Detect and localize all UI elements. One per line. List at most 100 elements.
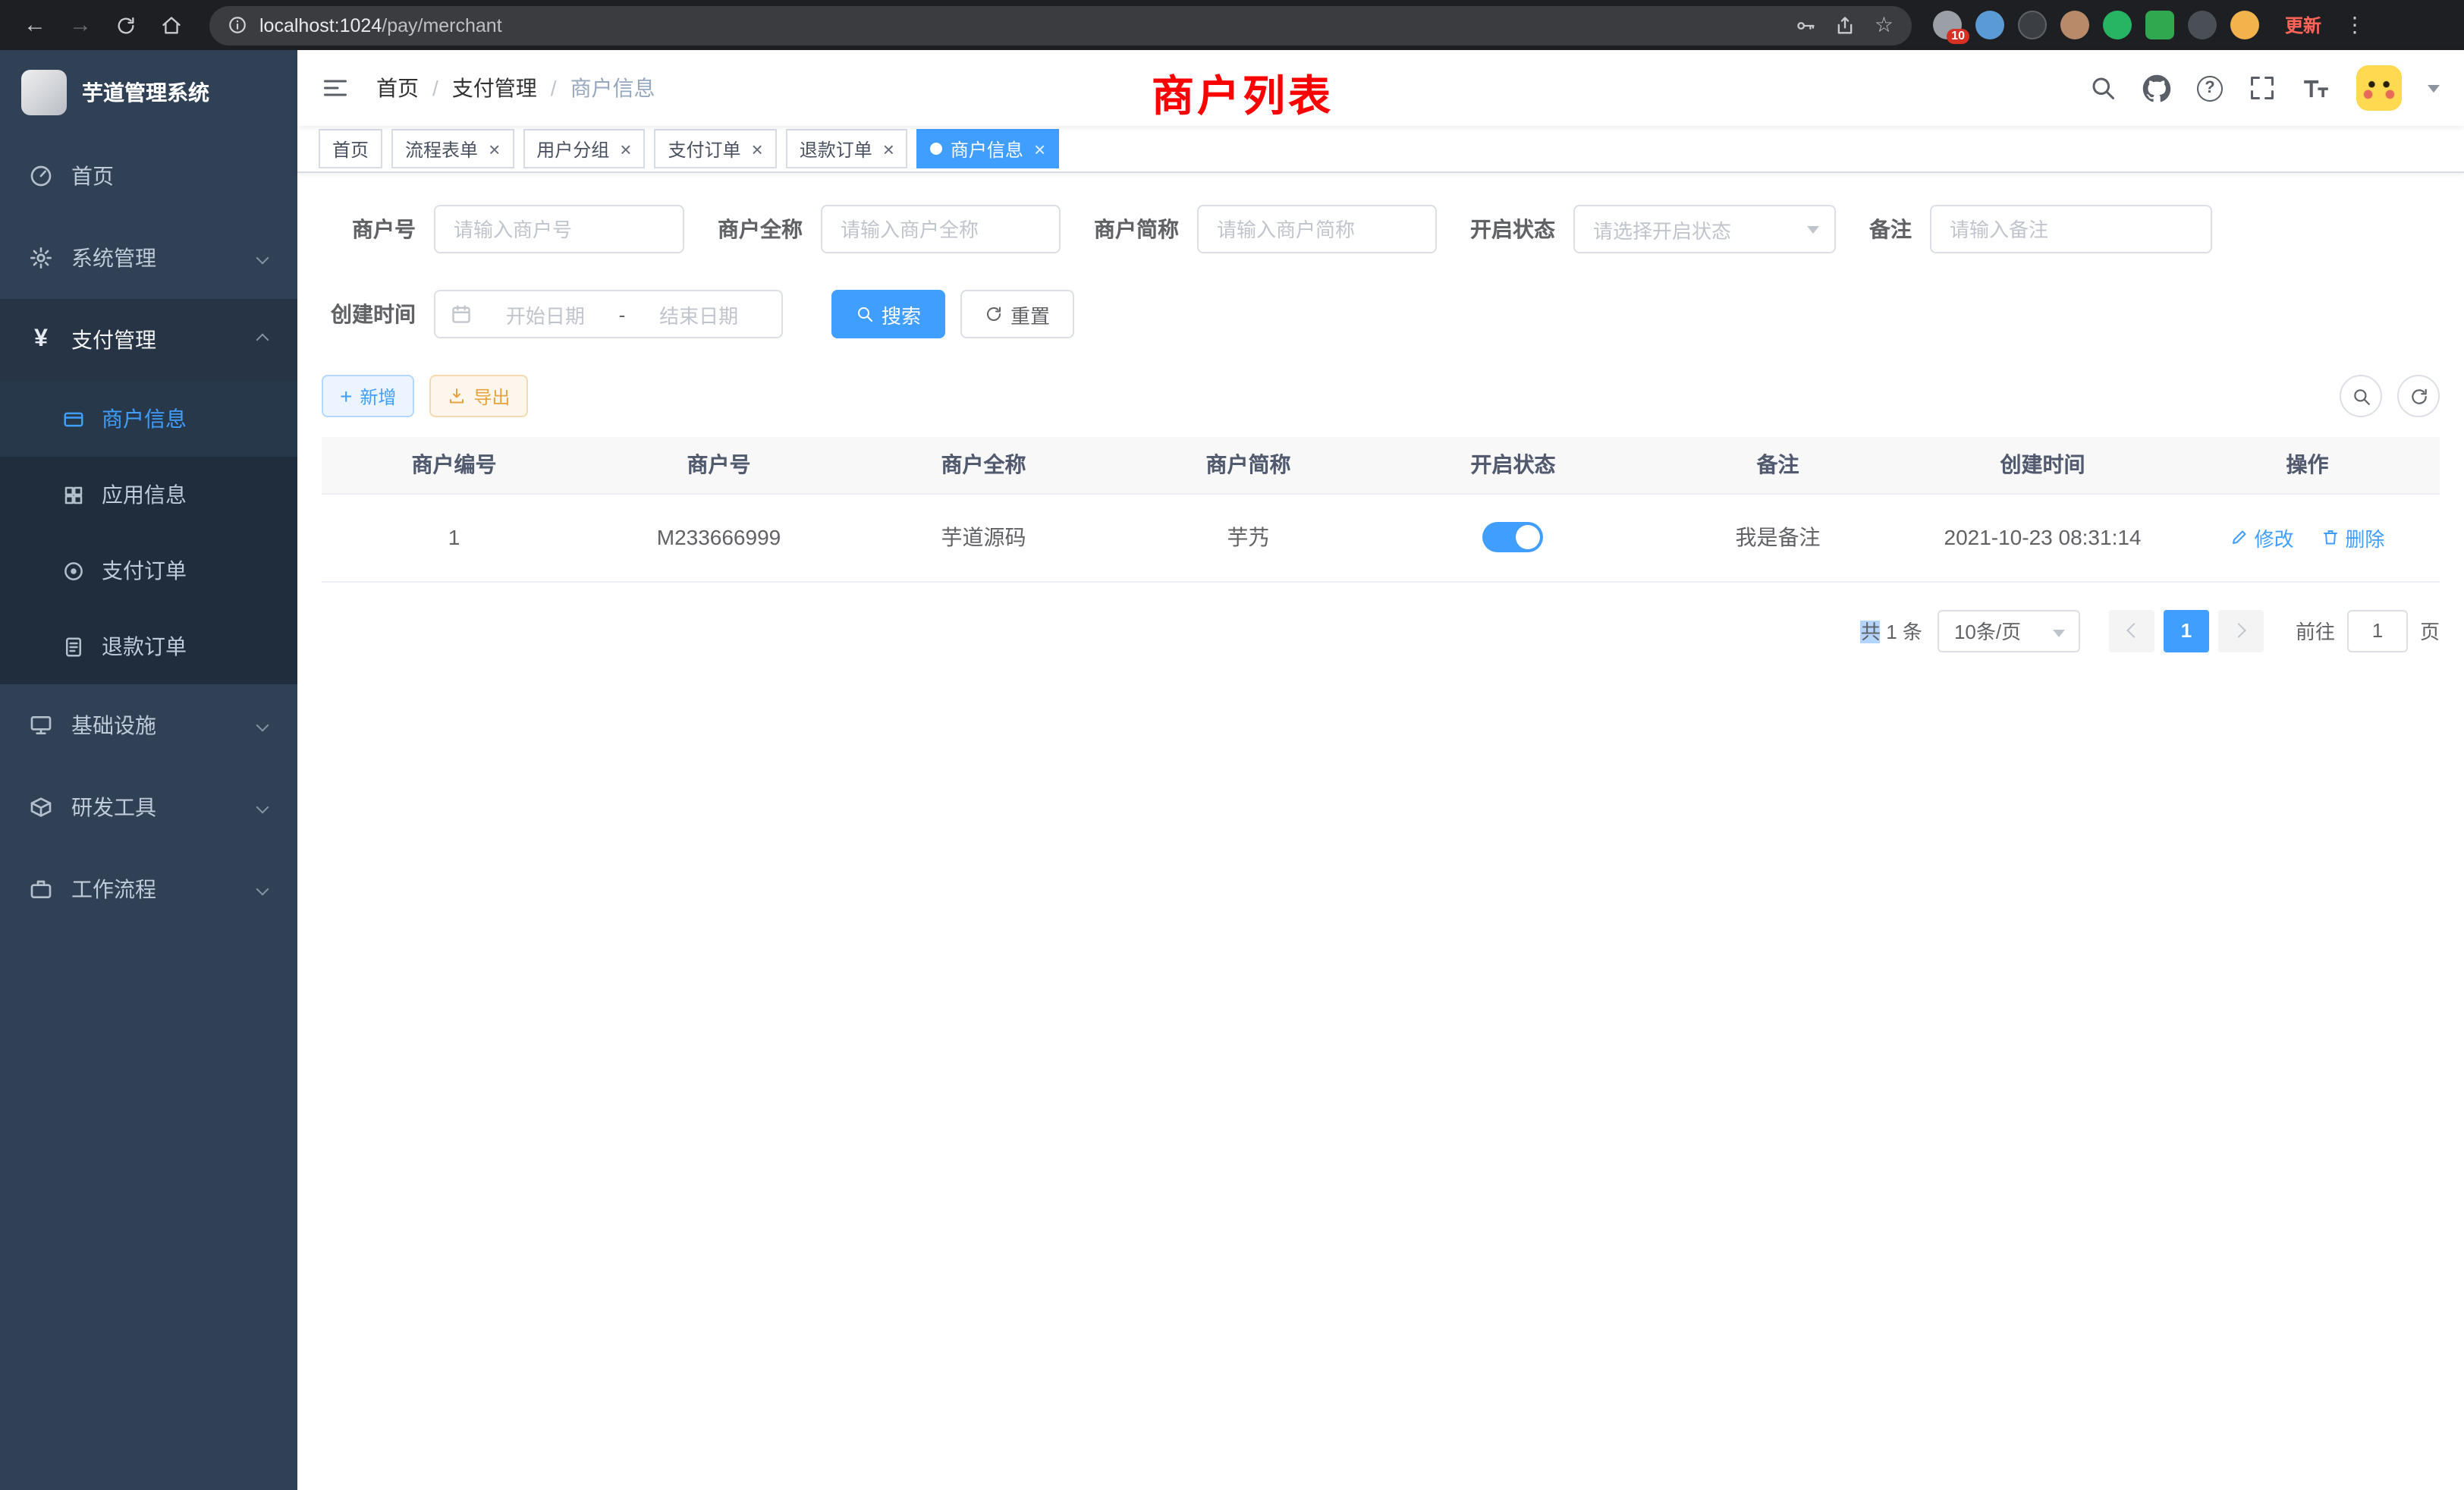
tab-close-icon[interactable]: × [752,139,763,159]
tab-close-icon[interactable]: × [1034,139,1045,159]
share-icon[interactable] [1835,14,1856,36]
breadcrumb-home[interactable]: 首页 [376,73,419,103]
gear-icon [27,246,55,270]
help-icon[interactable]: ? [2197,75,2223,101]
cell-merchant-no: M233666999 [586,493,851,581]
create-time-range-picker[interactable]: 开始日期 - 结束日期 [434,290,783,338]
sidebar-item-infrastructure[interactable]: 基础设施 [0,684,297,766]
sidebar-item-label: 系统管理 [71,243,156,273]
browser-back-icon[interactable]: ← [15,5,55,45]
short-name-input[interactable] [1197,205,1437,253]
extension-badge: 10 [1947,29,1969,44]
tab-close-icon[interactable]: × [883,139,894,159]
sidebar-item-merchant-info[interactable]: 商户信息 [0,381,297,457]
profile-avatar-icon[interactable] [2060,11,2089,39]
tab-close-icon[interactable]: × [620,139,631,159]
github-icon[interactable] [2142,74,2171,102]
tab-pay-order[interactable]: 支付订单 × [654,129,776,168]
tab-home[interactable]: 首页 [319,129,382,168]
extension-green-circle-icon[interactable] [2103,11,2132,39]
site-info-icon[interactable] [228,15,247,35]
hamburger-icon[interactable] [322,74,349,102]
fullscreen-icon[interactable] [2249,74,2276,102]
bookmark-star-icon[interactable]: ☆ [1875,12,1894,38]
next-page-button[interactable] [2218,609,2264,652]
top-navbar: 首页 / 支付管理 / 商户信息 商户列表 ? [297,50,2464,126]
extension-green-square-icon[interactable] [2145,11,2174,39]
user-avatar[interactable] [2356,65,2402,111]
col-merchant-id: 商户编号 [322,437,586,493]
sidebar-item-label: 基础设施 [71,710,156,740]
edit-link[interactable]: 修改 [2230,523,2294,552]
add-button[interactable]: + 新增 [322,375,414,417]
full-name-input[interactable] [821,205,1061,253]
sidebar-item-app-info[interactable]: 应用信息 [0,457,297,533]
status-select[interactable]: 请选择开启状态 [1573,205,1836,253]
password-key-icon[interactable] [1796,14,1817,36]
sidebar-item-pay-order[interactable]: 支付订单 [0,533,297,608]
goto-label: 前往 [2296,616,2335,645]
col-create-time: 创建时间 [1910,437,2175,493]
col-merchant-no: 商户号 [586,437,851,493]
search-icon[interactable] [2089,74,2117,102]
breadcrumb-current: 商户信息 [570,73,655,103]
breadcrumb-payment[interactable]: 支付管理 [452,73,537,103]
navbar-actions: ? [2089,65,2440,111]
filter-create-time: 创建时间 开始日期 - 结束日期 [322,290,783,338]
extension-dark-icon[interactable] [2018,11,2047,39]
search-button-label: 搜索 [882,300,921,328]
delete-link[interactable]: 删除 [2321,523,2384,552]
start-date-placeholder: 开始日期 [478,300,613,328]
search-button[interactable]: 搜索 [831,290,945,338]
add-button-label: 新增 [360,383,396,409]
sidebar-item-dev-tools[interactable]: 研发工具 [0,766,297,848]
reset-button[interactable]: 重置 [960,290,1074,338]
delete-link-label: 删除 [2345,523,2384,552]
col-status: 开启状态 [1381,437,1645,493]
browser-menu-icon[interactable]: ⋮ [2341,12,2368,38]
sidebar-item-workflow[interactable]: 工作流程 [0,848,297,930]
page-size-select[interactable]: 10条/页 [1938,609,2080,652]
sidebar-logo[interactable]: 芋道管理系统 [0,50,297,135]
browser-forward-icon[interactable]: → [61,5,100,45]
extension-blue-icon[interactable] [1975,11,2004,39]
extension-pinwheel-icon[interactable] [2188,11,2217,39]
export-button-label: 导出 [473,383,510,409]
remark-input[interactable] [1930,205,2212,253]
sidebar-item-home[interactable]: 首页 [0,135,297,217]
page-1-button[interactable]: 1 [2164,609,2209,652]
font-size-icon[interactable] [2302,74,2330,102]
sidebar-item-label: 支付管理 [71,325,156,355]
box-icon [27,795,55,819]
select-caret-down-icon [2053,629,2065,637]
tab-refund-order[interactable]: 退款订单 × [786,129,908,168]
sidebar-item-payment[interactable]: ¥ 支付管理 [0,299,297,381]
browser-refresh-icon[interactable] [106,5,146,45]
sidebar-item-refund-order[interactable]: 退款订单 [0,608,297,684]
tab-user-group[interactable]: 用户分组 × [523,129,645,168]
browser-home-icon[interactable] [152,5,191,45]
tab-merchant-info[interactable]: 商户信息 × [917,129,1059,168]
tab-label: 支付订单 [668,136,740,162]
sidebar-item-system[interactable]: 系统管理 [0,217,297,299]
address-bar[interactable]: localhost:1024/pay/merchant ☆ [209,5,1912,45]
export-button[interactable]: 导出 [429,375,528,417]
toggle-search-button[interactable] [2340,375,2382,417]
extension-emoji-icon[interactable] [2230,11,2259,39]
status-toggle[interactable] [1483,522,1544,552]
refresh-table-button[interactable] [2397,375,2440,417]
tab-close-icon[interactable]: × [489,139,500,159]
remark-label: 备注 [1869,214,1912,244]
prev-page-button[interactable] [2109,609,2154,652]
extension-puzzle-icon[interactable]: 10 [1933,11,1962,39]
col-short-name: 商户简称 [1116,437,1381,493]
goto-page-input[interactable] [2347,609,2408,652]
breadcrumb-separator: / [551,76,557,100]
toolbar-right [2340,375,2440,417]
browser-update-button[interactable]: 更新 [2285,12,2321,38]
sidebar-item-label: 研发工具 [71,792,156,822]
merchant-no-input[interactable] [434,205,684,253]
breadcrumb: 首页 / 支付管理 / 商户信息 [376,73,655,103]
tab-process-form[interactable]: 流程表单 × [391,129,514,168]
avatar-caret-down-icon[interactable] [2428,84,2440,92]
